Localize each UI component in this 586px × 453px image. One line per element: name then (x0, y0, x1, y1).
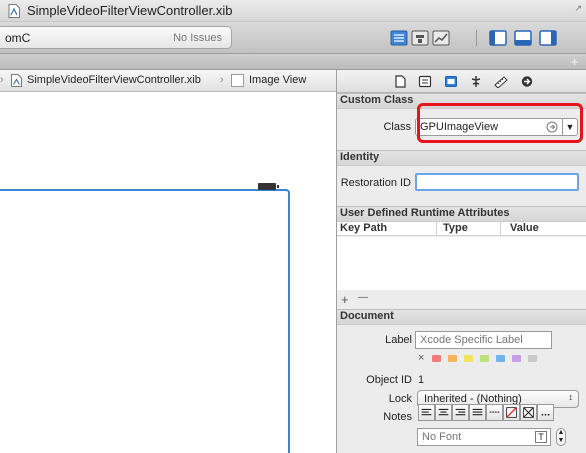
object-id-label: Object ID (366, 374, 412, 386)
standard-editor-icon[interactable] (390, 29, 408, 47)
red-label-swatch[interactable] (432, 355, 441, 362)
scheme-name: omC (5, 31, 31, 45)
restoration-id-field[interactable] (415, 173, 579, 191)
battery-icon (258, 183, 279, 190)
font-size-stepper[interactable]: ▲ ▼ (556, 428, 566, 446)
popup-arrows-icon: ↕ (568, 392, 574, 402)
title-bar: SimpleVideoFilterViewController.xib ↗ (0, 0, 586, 22)
purple-label-swatch[interactable] (512, 355, 521, 362)
font-field[interactable] (417, 428, 551, 446)
jump-bar-item[interactable]: Image View (249, 74, 306, 86)
xib-file-icon (11, 74, 22, 87)
remove-attribute-button[interactable]: — (358, 292, 368, 303)
navigator-toggle-icon[interactable] (489, 29, 507, 47)
yellow-label-swatch[interactable] (464, 355, 473, 362)
clear-label-color-icon[interactable]: × (418, 352, 424, 364)
align-natural-icon[interactable] (486, 404, 503, 421)
notes-format-bar (418, 404, 554, 421)
debug-area-toggle-icon[interactable] (514, 29, 532, 47)
fullscreen-icon[interactable]: ↗ (574, 3, 582, 14)
xcode-label-field[interactable] (415, 331, 552, 349)
jump-bar-file[interactable]: SimpleVideoFilterViewController.xib (27, 74, 201, 86)
chevron-down-icon[interactable]: ▼ (562, 118, 577, 136)
column-header-value[interactable]: Value (510, 222, 539, 234)
image-view-frame[interactable] (0, 189, 290, 453)
activity-view: omC No Issues (0, 26, 232, 49)
issues-status: No Issues (173, 32, 222, 44)
more-options-icon[interactable] (537, 404, 554, 421)
jump-bar-separator-icon: › (220, 74, 224, 86)
section-header-identity: Identity (337, 150, 586, 166)
column-header-type[interactable]: Type (443, 222, 468, 234)
column-divider (500, 222, 501, 236)
window-title: SimpleVideoFilterViewController.xib (27, 3, 233, 18)
object-id-value: 1 (418, 374, 425, 386)
jump-bar-separator-icon: › (0, 74, 4, 86)
green-label-swatch[interactable] (480, 355, 489, 362)
identity-inspector-icon[interactable] (444, 75, 458, 88)
font-picker-icon[interactable]: T (535, 431, 547, 443)
add-attribute-button[interactable]: + (341, 292, 349, 307)
inspector-tab-bar (337, 70, 586, 93)
view-toggle-buttons (489, 29, 557, 47)
orange-label-swatch[interactable] (448, 355, 457, 362)
runtime-attributes-table[interactable] (337, 237, 586, 290)
add-tab-icon[interactable]: + (571, 55, 578, 69)
lock-label: Lock (388, 393, 412, 405)
label-label: Label (385, 334, 412, 346)
editor-mode-buttons (390, 29, 450, 47)
section-header-document: Document (337, 309, 586, 325)
column-divider (436, 222, 437, 236)
attributes-inspector-icon[interactable] (469, 75, 483, 88)
gray-label-swatch[interactable] (528, 355, 537, 362)
file-inspector-icon[interactable] (393, 75, 407, 88)
section-header-runtime-attributes: User Defined Runtime Attributes (337, 206, 586, 222)
section-header-custom-class: Custom Class (337, 93, 586, 109)
xib-file-icon (8, 4, 20, 18)
toolbar: omC No Issues (0, 22, 586, 54)
navigate-arrow-icon[interactable] (546, 121, 558, 133)
column-header-key-path[interactable]: Key Path (340, 222, 387, 234)
jump-bar: › SimpleVideoFilterViewController.xib › … (0, 70, 336, 92)
align-center-icon[interactable] (435, 404, 452, 421)
tab-strip: + (0, 54, 586, 70)
toolbar-divider (476, 30, 477, 46)
image-view-icon (231, 74, 244, 87)
align-justify-icon[interactable] (469, 404, 486, 421)
class-label: Class (383, 121, 411, 133)
connections-inspector-icon[interactable] (520, 75, 534, 88)
no-color-icon[interactable] (503, 404, 520, 421)
blue-label-swatch[interactable] (496, 355, 505, 362)
restoration-id-label: Restoration ID (340, 177, 411, 189)
notes-label: Notes (383, 411, 412, 423)
size-inspector-icon[interactable] (494, 75, 508, 88)
class-combo-box[interactable]: GPUImageView ▼ (415, 118, 578, 136)
utilities-toggle-icon[interactable] (539, 29, 557, 47)
text-color-icon[interactable] (520, 404, 537, 421)
runtime-attributes-table-header: Key Path Type Value (337, 222, 586, 236)
class-value: GPUImageView (420, 121, 499, 133)
version-editor-icon[interactable] (432, 29, 450, 47)
assistant-editor-icon[interactable] (411, 29, 429, 47)
align-left-icon[interactable] (418, 404, 435, 421)
align-right-icon[interactable] (452, 404, 469, 421)
quick-help-icon[interactable] (418, 75, 432, 88)
